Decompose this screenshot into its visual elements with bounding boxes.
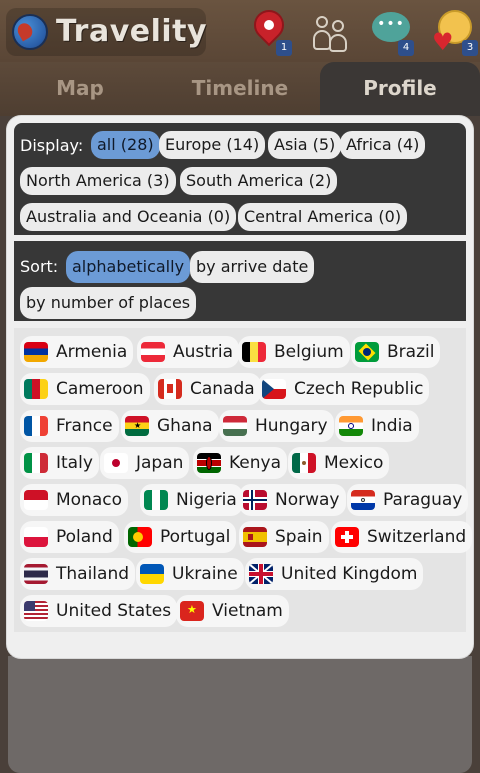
- display-label: Display:: [20, 136, 84, 155]
- filter-europe[interactable]: Europe (14): [159, 131, 266, 159]
- austria-flag-icon: [141, 342, 165, 362]
- country-cameroon[interactable]: Cameroon: [20, 373, 150, 405]
- india-flag-icon: [339, 416, 363, 436]
- spain-flag-icon: [243, 527, 267, 547]
- tab-profile[interactable]: Profile: [320, 62, 480, 116]
- sort-by-number-of-places[interactable]: by number of places: [20, 287, 197, 319]
- vietnam-flag-icon: ★: [180, 601, 204, 621]
- filter-central-america[interactable]: Central America (0): [238, 203, 408, 231]
- country-united-states[interactable]: United States: [20, 595, 178, 627]
- map-pin-badge: 1: [276, 40, 292, 56]
- paraguay-flag-icon: [351, 490, 375, 510]
- country-belgium[interactable]: Belgium: [238, 336, 350, 368]
- ukraine-flag-icon: [140, 564, 164, 584]
- country-italy[interactable]: Italy: [20, 447, 99, 479]
- tab-timeline[interactable]: Timeline: [160, 62, 320, 116]
- norway-flag-icon: [243, 490, 267, 510]
- country-portugal[interactable]: Portugal: [124, 521, 237, 553]
- country-norway[interactable]: Norway: [239, 484, 346, 516]
- country-ghana[interactable]: ★ Ghana: [121, 410, 219, 442]
- globe-pin-icon: [12, 14, 48, 50]
- sort-by-arrive-date[interactable]: by arrive date: [190, 251, 315, 283]
- country-mexico[interactable]: Mexico: [288, 447, 390, 479]
- belgium-flag-icon: [242, 342, 266, 362]
- kenya-flag-icon: [197, 453, 221, 473]
- app-header: Travelity 1 4 ♥ 3: [0, 0, 480, 62]
- mexico-flag-icon: [292, 453, 316, 473]
- app-logo[interactable]: Travelity: [6, 8, 208, 56]
- country-india[interactable]: India: [335, 410, 419, 442]
- switzerland-flag-icon: [335, 527, 359, 547]
- notifications-button[interactable]: ♥ 3: [432, 10, 478, 56]
- country-monaco[interactable]: Monaco: [20, 484, 129, 516]
- filter-south-america[interactable]: South America (2): [180, 167, 338, 195]
- display-filter-section: Display: all (28) Europe (14) Asia (5) A…: [14, 123, 466, 235]
- filter-panel: Display: all (28) Europe (14) Asia (5) A…: [7, 116, 473, 658]
- filter-australia-oceania[interactable]: Australia and Oceania (0): [20, 203, 237, 231]
- ghana-flag-icon: ★: [125, 416, 149, 436]
- brazil-flag-icon: [355, 342, 379, 362]
- italy-flag-icon: [24, 453, 48, 473]
- country-vietnam[interactable]: ★ Vietnam: [176, 595, 289, 627]
- country-brazil[interactable]: Brazil: [351, 336, 441, 368]
- map-pin-button[interactable]: 1: [247, 3, 292, 56]
- heart-icon: ♥: [432, 28, 454, 56]
- filter-asia[interactable]: Asia (5): [268, 131, 342, 159]
- canada-flag-icon: [158, 379, 182, 399]
- country-kenya[interactable]: Kenya: [193, 447, 288, 479]
- armenia-flag-icon: [24, 342, 48, 362]
- thailand-flag-icon: [24, 564, 48, 584]
- country-nigeria[interactable]: Nigeria: [140, 484, 243, 516]
- czech-flag-icon: [262, 379, 286, 399]
- country-thailand[interactable]: Thailand: [20, 558, 136, 590]
- chat-icon: [372, 12, 410, 42]
- messages-button[interactable]: 4: [372, 10, 414, 56]
- country-canada[interactable]: Canada: [154, 373, 261, 405]
- country-paraguay[interactable]: Paraguay: [347, 484, 469, 516]
- uk-flag-icon: [249, 564, 273, 584]
- sort-section: Sort: alphabetically by arrive date by n…: [14, 241, 466, 321]
- filter-north-america[interactable]: North America (3): [20, 167, 176, 195]
- country-austria[interactable]: Austria: [137, 336, 240, 368]
- cameroon-flag-icon: [24, 379, 48, 399]
- monaco-flag-icon: [24, 490, 48, 510]
- country-list: Armenia Austria Belgium Brazil Cameroon: [14, 328, 473, 632]
- sort-alphabetically[interactable]: alphabetically: [66, 251, 191, 283]
- japan-flag-icon: [104, 453, 128, 473]
- sort-label: Sort:: [20, 257, 59, 276]
- country-switzerland[interactable]: Switzerland: [331, 521, 473, 553]
- country-united-kingdom[interactable]: United Kingdom: [245, 558, 424, 590]
- country-france[interactable]: France: [20, 410, 119, 442]
- messages-badge: 4: [398, 40, 414, 56]
- notifications-badge: 3: [462, 40, 478, 56]
- country-hungary[interactable]: Hungary: [219, 410, 334, 442]
- filter-africa[interactable]: Africa (4): [340, 131, 426, 159]
- country-armenia[interactable]: Armenia: [20, 336, 134, 368]
- hungary-flag-icon: [223, 416, 247, 436]
- poland-flag-icon: [24, 527, 48, 547]
- tab-map[interactable]: Map: [0, 62, 160, 116]
- usa-flag-icon: [24, 601, 48, 621]
- friends-button[interactable]: [310, 10, 350, 54]
- filter-all[interactable]: all (28): [91, 131, 160, 159]
- tab-bar: Map Timeline Profile: [0, 62, 480, 116]
- app-title: Travelity: [56, 14, 208, 49]
- portugal-flag-icon: [128, 527, 152, 547]
- country-czech-republic[interactable]: Czech Republic: [258, 373, 430, 405]
- country-japan[interactable]: Japan: [100, 447, 190, 479]
- people-icon: [312, 12, 348, 52]
- country-poland[interactable]: Poland: [20, 521, 119, 553]
- nigeria-flag-icon: [144, 490, 168, 510]
- france-flag-icon: [24, 416, 48, 436]
- country-spain[interactable]: Spain: [239, 521, 329, 553]
- country-ukraine[interactable]: Ukraine: [136, 558, 244, 590]
